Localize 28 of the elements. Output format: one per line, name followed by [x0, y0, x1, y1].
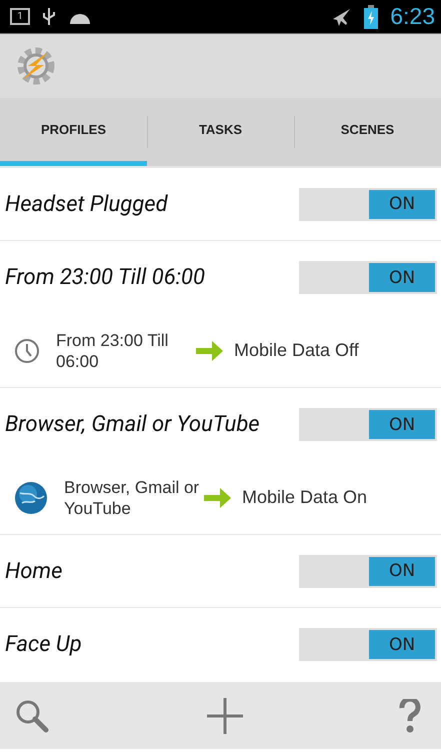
add-button[interactable] [204, 696, 244, 736]
task-label[interactable]: Mobile Data On [242, 487, 368, 508]
profile-name[interactable]: From 23:00 Till 06:00 [5, 265, 299, 290]
toggle-switch[interactable]: ON [299, 408, 437, 441]
notification-badge: 1 [10, 8, 30, 25]
profile-name[interactable]: Face Up [5, 632, 299, 657]
profile-name[interactable]: Browser, Gmail or YouTube [5, 412, 299, 437]
context-label[interactable]: From 23:00 Till 06:00 [56, 330, 196, 372]
arrow-icon [196, 338, 224, 362]
profile-name[interactable]: Headset Plugged [5, 192, 299, 216]
toggle-switch[interactable]: ON [299, 554, 437, 588]
help-button[interactable] [399, 698, 421, 732]
tab[interactable]: SCENES [294, 98, 441, 166]
toggle-switch[interactable]: ON [299, 628, 437, 661]
clock-icon [14, 338, 40, 364]
search-button[interactable] [14, 698, 50, 734]
globe-icon [14, 480, 48, 514]
profile-name[interactable]: Home [5, 558, 299, 584]
context-label[interactable]: Browser, Gmail or YouTube [64, 476, 204, 518]
arrow-icon [204, 486, 232, 510]
task-label[interactable]: Mobile Data Off [234, 340, 359, 361]
battery-icon [364, 4, 378, 28]
toggle-switch[interactable]: ON [299, 261, 437, 294]
tab[interactable]: TASKS [147, 98, 294, 166]
clock-time: 6:23 [390, 3, 435, 30]
usb-icon [42, 6, 56, 26]
toggle-switch[interactable]: ON [299, 188, 437, 220]
tab[interactable]: PROFILES [0, 98, 147, 166]
